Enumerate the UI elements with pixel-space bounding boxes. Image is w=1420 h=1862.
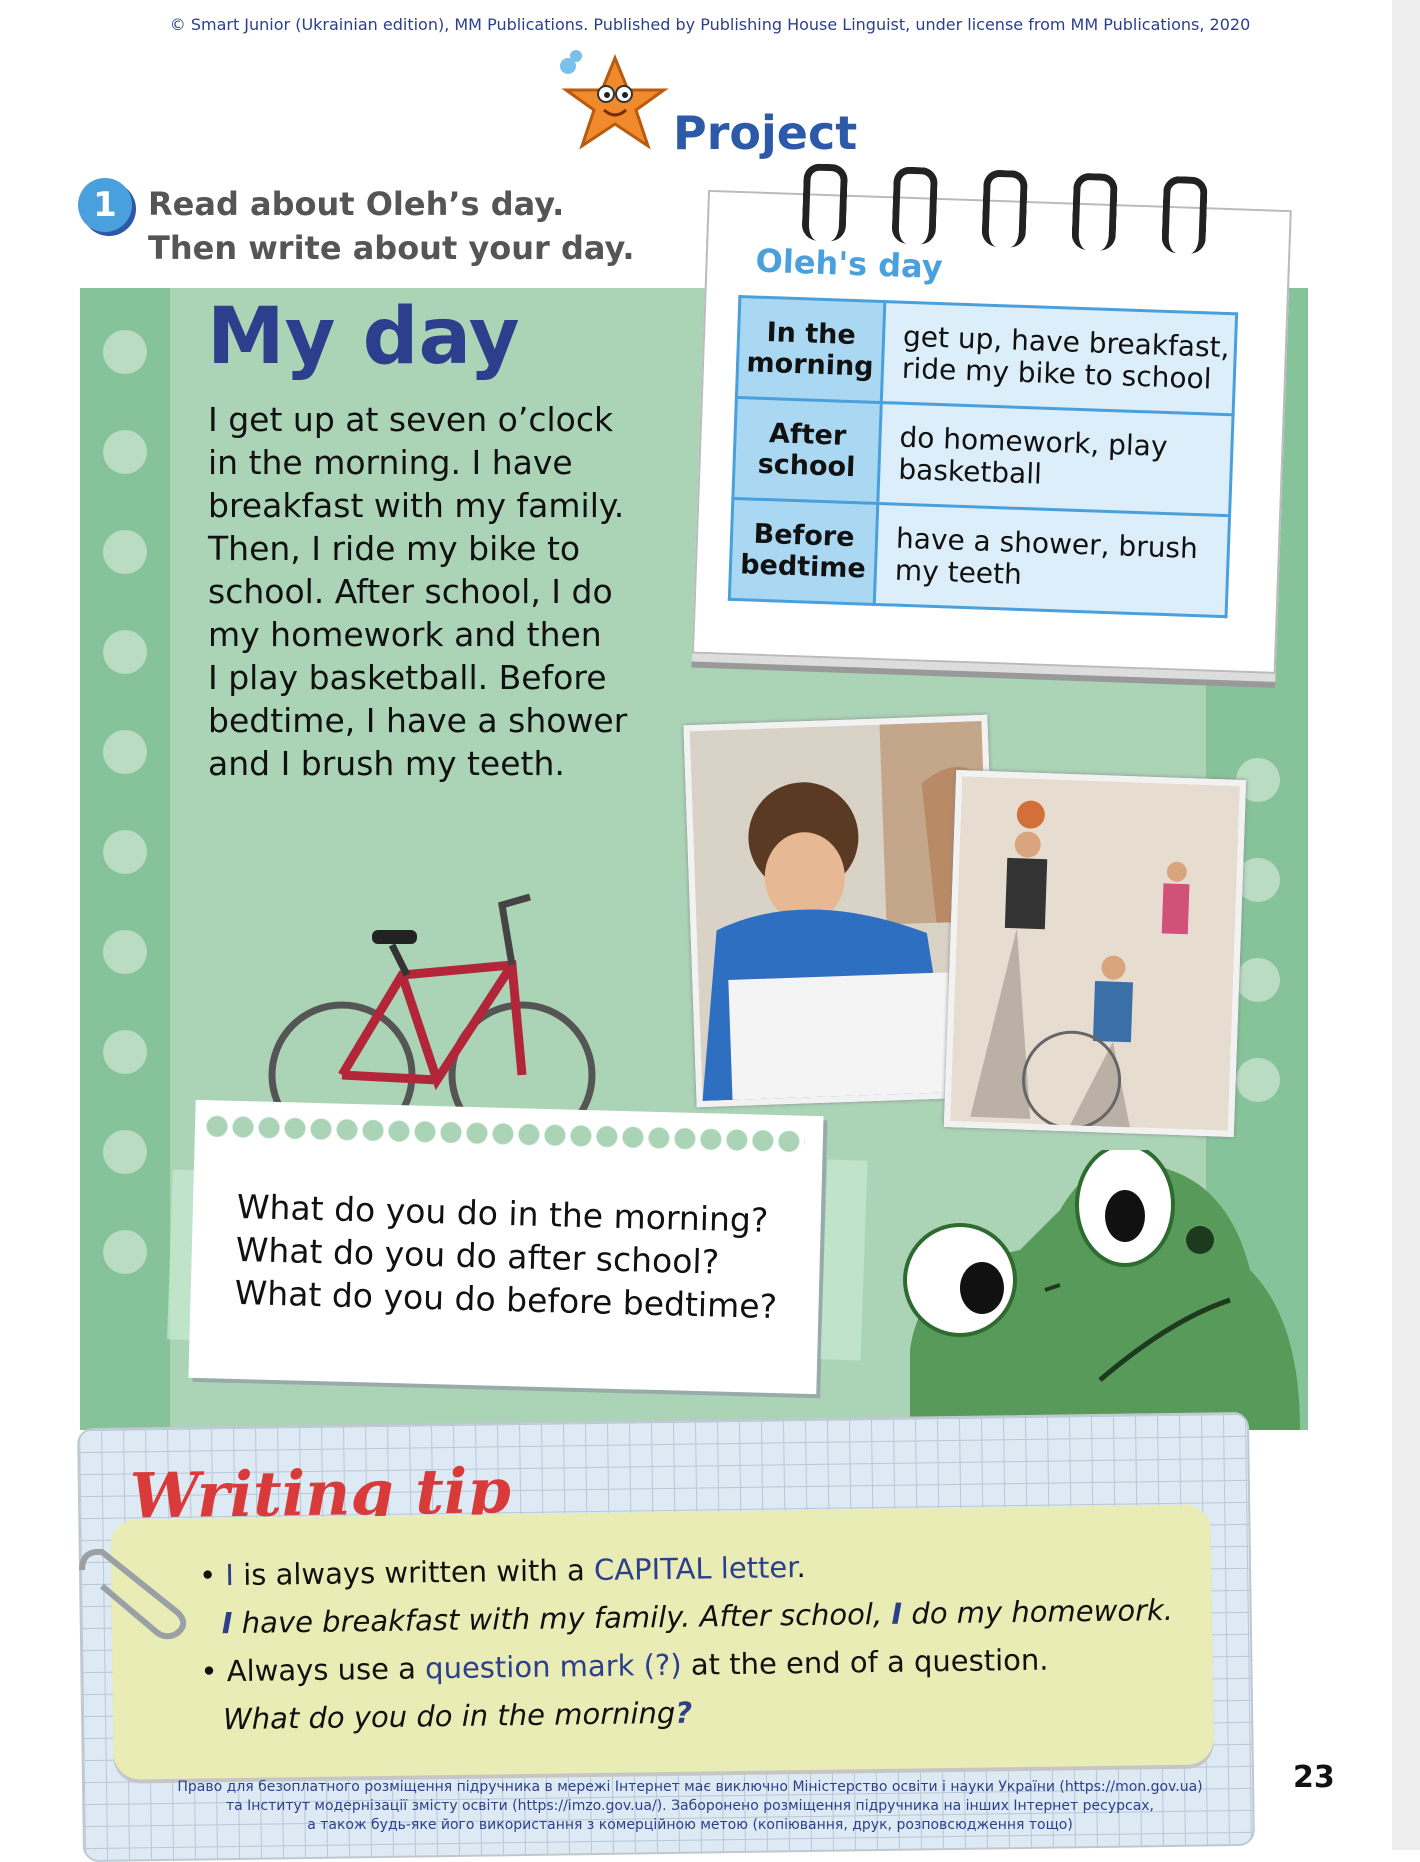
page-number: 23 xyxy=(1293,1760,1335,1795)
rule-end: . xyxy=(796,1550,806,1585)
table-row: After school do homework, play basketbal… xyxy=(732,397,1234,516)
time-cell: After school xyxy=(732,397,882,504)
my-day-line: school. After school, I do xyxy=(208,572,613,611)
table-row: Before bedtime have a shower, brush my t… xyxy=(729,498,1230,617)
my-day-line: bedtime, I have a shower xyxy=(208,701,628,740)
time-cell: In the morning xyxy=(736,296,885,403)
schedule-title: Oleh's day xyxy=(755,241,944,287)
frog-mascot xyxy=(903,1150,1300,1430)
basketball-illustration xyxy=(950,776,1240,1131)
schedule-table: In the morning get up, have breakfast, r… xyxy=(728,295,1238,618)
ring-binding-icon xyxy=(981,169,1028,248)
left-strip xyxy=(80,288,170,1430)
tip-example-capital: I have breakfast with my family. After s… xyxy=(222,1593,1174,1640)
rule-end: at the end of a question. xyxy=(681,1642,1049,1682)
tip-rule-question: • Always use a question mark (?) at the … xyxy=(200,1643,1049,1689)
footer-notice: Право для безоплатного розміщення підруч… xyxy=(150,1778,1230,1835)
basketball-photo xyxy=(943,770,1247,1137)
activities-cell: get up, have breakfast, ride my bike to … xyxy=(881,301,1237,415)
torn-holes-decoration xyxy=(204,1114,806,1154)
time-cell: Before bedtime xyxy=(729,498,878,605)
tape-decoration xyxy=(820,1159,868,1361)
questions-note: What do you do in the morning? What do y… xyxy=(188,1099,824,1395)
my-day-line: I play basketball. Before xyxy=(208,658,607,697)
tip-example-question: What do you do in the morning? xyxy=(223,1696,693,1737)
my-day-line: Then, I ride my bike to xyxy=(208,529,581,568)
example-text: do my homework. xyxy=(901,1592,1174,1631)
my-day-line: in the morning. I have xyxy=(208,443,573,482)
hole-decoration xyxy=(103,330,147,374)
footer-line: а також будь-яке його використання з ком… xyxy=(307,1817,1073,1833)
hole-decoration xyxy=(103,1230,147,1274)
hole-decoration xyxy=(103,1130,147,1174)
copyright-notice: © Smart Junior (Ukrainian edition), MM P… xyxy=(169,15,1251,34)
schedule-notebook: Oleh's day In the morning get up, have b… xyxy=(691,163,1299,685)
hole-decoration xyxy=(103,1030,147,1074)
ring-binding-icon xyxy=(891,166,939,245)
questions-list: What do you do in the morning? What do y… xyxy=(234,1185,780,1328)
starfish-icon xyxy=(560,50,669,150)
example-highlight: ? xyxy=(675,1695,693,1730)
activities-cell: do homework, play basketball xyxy=(877,402,1234,516)
footer-line: та Інститут модернізації змісту освіти (… xyxy=(225,1798,1155,1814)
rule-text: is always written with a xyxy=(233,1553,595,1593)
example-text: have breakfast with my family. After sch… xyxy=(232,1596,892,1641)
ring-binding-icon xyxy=(801,163,849,242)
example-highlight: I xyxy=(221,1606,233,1641)
my-day-title: My day xyxy=(207,292,520,382)
task-text: Read about Oleh’s day. Then write about … xyxy=(148,185,635,267)
section-title: Project xyxy=(673,106,858,160)
footer-line: Право для безоплатного розміщення підруч… xyxy=(177,1779,1203,1795)
tip-rule-capital: • I is always written with a CAPITAL let… xyxy=(199,1550,806,1592)
writing-tip-box: • I is always written with a CAPITAL let… xyxy=(110,1504,1214,1780)
example-text: What do you do in the morning xyxy=(222,1695,676,1737)
my-day-line: my homework and then xyxy=(208,615,602,654)
hole-decoration xyxy=(1236,958,1280,1002)
my-day-line: I get up at seven o’clock xyxy=(208,400,614,439)
hole-decoration xyxy=(103,830,147,874)
rule-term: CAPITAL letter xyxy=(593,1550,797,1587)
hole-decoration xyxy=(1236,1058,1280,1102)
bullet-icon: • xyxy=(198,1558,226,1593)
my-day-line: and I brush my teeth. xyxy=(208,744,565,783)
ring-binding-icon xyxy=(1161,175,1208,255)
paperclip-icon xyxy=(79,1548,187,1640)
hole-decoration xyxy=(103,530,147,574)
page-edge xyxy=(1392,0,1420,1850)
my-day-text: I get up at seven o’clock in the morning… xyxy=(208,398,658,785)
activities-cell: have a shower, brush my teeth xyxy=(874,503,1230,617)
hole-decoration xyxy=(103,630,147,674)
project-header: Project xyxy=(560,48,860,168)
rule-text: Always use a xyxy=(226,1651,426,1689)
ring-binding-icon xyxy=(1071,172,1118,252)
my-day-line: breakfast with my family. xyxy=(208,486,625,525)
hole-decoration xyxy=(103,430,147,474)
hole-decoration xyxy=(103,930,147,974)
rule-term: question mark (?) xyxy=(424,1647,682,1686)
table-row: In the morning get up, have breakfast, r… xyxy=(736,296,1237,415)
hole-decoration xyxy=(103,730,147,774)
bullet-icon: • xyxy=(200,1654,227,1689)
task-number: 1 xyxy=(78,178,132,232)
